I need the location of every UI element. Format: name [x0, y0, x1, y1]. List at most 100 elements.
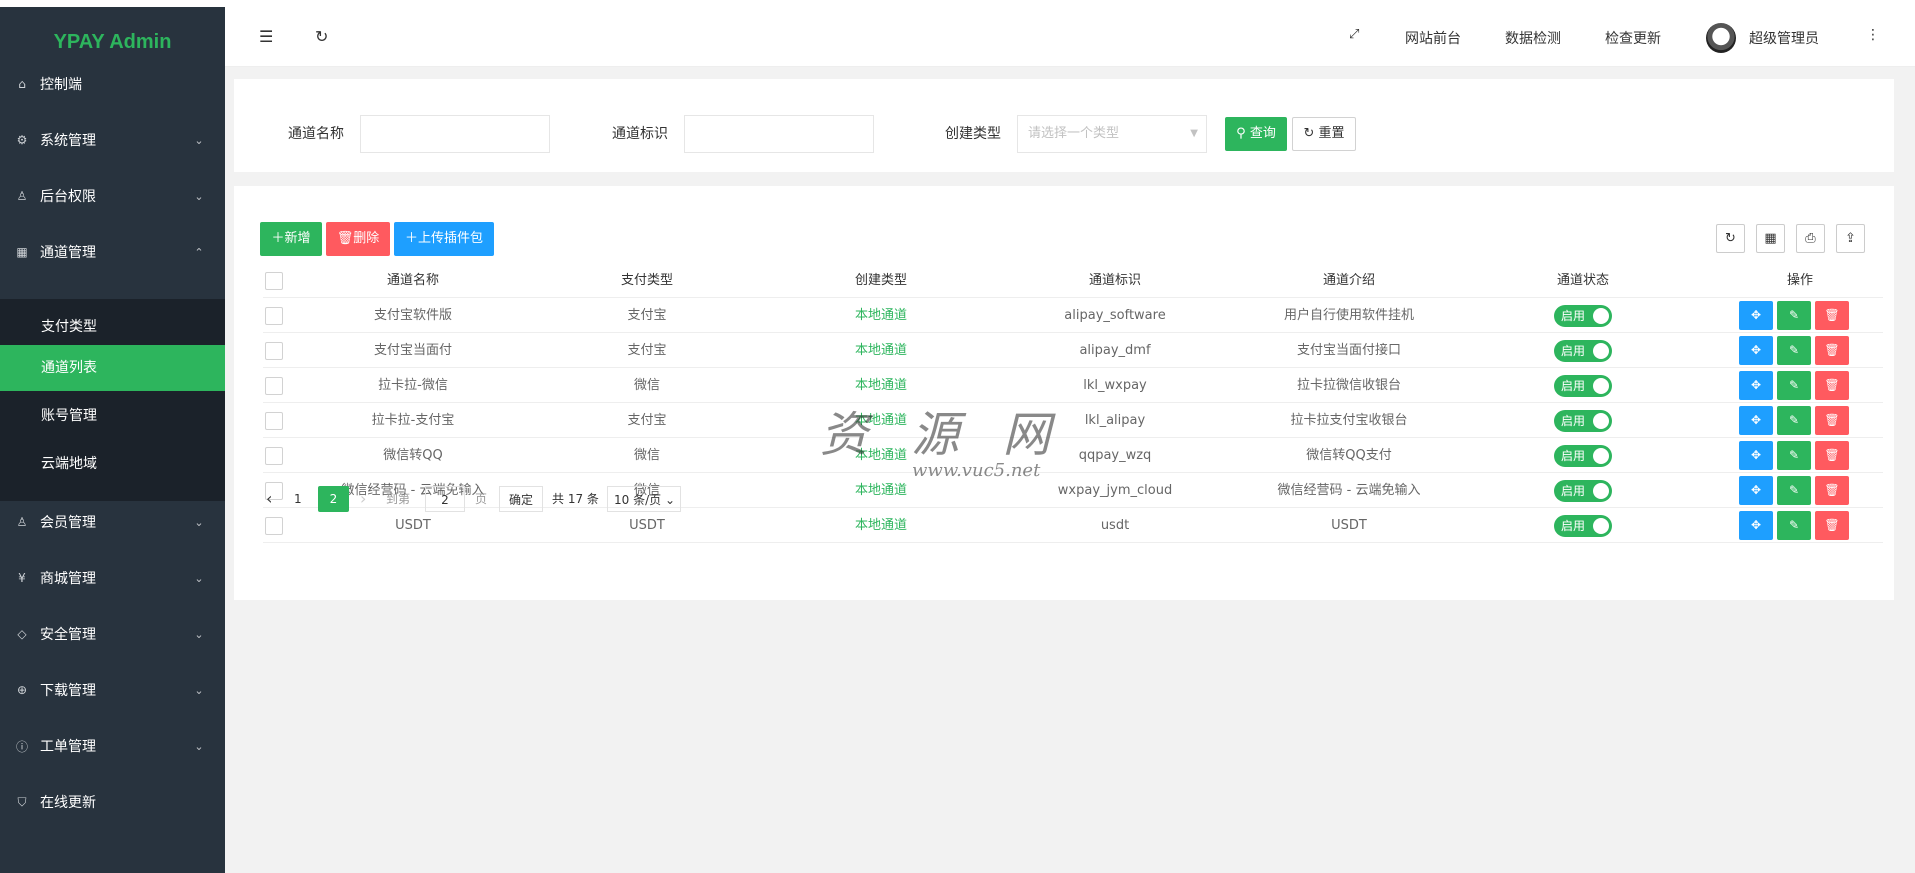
- edit-button[interactable]: ✎: [1777, 371, 1811, 400]
- goto-page-input[interactable]: 2: [425, 486, 465, 512]
- edit-button[interactable]: ✎: [1777, 476, 1811, 505]
- refresh-icon[interactable]: ↻: [315, 27, 328, 46]
- row-checkbox[interactable]: [265, 377, 283, 395]
- delete-row-button[interactable]: 🗑: [1815, 301, 1849, 330]
- prev-page-icon[interactable]: ‹: [266, 486, 272, 512]
- move-button[interactable]: ✥: [1739, 301, 1773, 330]
- create-type-label: 创建类型: [945, 126, 1001, 142]
- cell-intro: 拉卡拉微信收银台: [1296, 378, 1401, 393]
- page-1[interactable]: 1: [294, 486, 302, 512]
- goto-confirm-button[interactable]: 确定: [499, 486, 543, 512]
- next-page-icon[interactable]: ›: [360, 486, 366, 512]
- more-vertical-icon[interactable]: ⋮: [1866, 27, 1880, 43]
- status-toggle[interactable]: 启用: [1554, 340, 1612, 362]
- fullscreen-icon[interactable]: ⤢: [1349, 27, 1359, 42]
- delete-row-button[interactable]: 🗑: [1815, 336, 1849, 365]
- search-icon: ⚲: [1236, 126, 1246, 141]
- reset-button[interactable]: ↻ 重置: [1292, 117, 1356, 151]
- sidebar-item-shop[interactable]: ¥ 商城管理 ⌄: [0, 558, 225, 598]
- sidebar-sub-cloud-region[interactable]: 云端地域: [0, 441, 225, 487]
- create-type-select[interactable]: 请选择一个类型 ▼: [1017, 115, 1207, 153]
- row-checkbox[interactable]: [265, 342, 283, 360]
- print-icon[interactable]: ⎙: [1796, 224, 1825, 253]
- cell-intro: 用户自行使用软件挂机: [1283, 308, 1414, 323]
- goto-label: 到第: [386, 492, 411, 506]
- chevron-down-icon: ⌄: [194, 683, 204, 697]
- sidebar-item-channels[interactable]: ▦ 通道管理 ⌃: [0, 232, 225, 272]
- avatar[interactable]: [1706, 23, 1736, 53]
- delete-button[interactable]: 🗑删除: [326, 222, 390, 256]
- table-header: 通道名称 支付类型 创建类型 通道标识 通道介绍 通道状态 操作: [263, 263, 1883, 298]
- sidebar-sub-accounts[interactable]: 账号管理: [0, 393, 225, 439]
- chevron-down-icon: ⌄: [664, 493, 676, 507]
- user-name[interactable]: 超级管理员: [1749, 28, 1819, 48]
- download-icon: ⊕: [16, 683, 28, 697]
- delete-row-button[interactable]: 🗑: [1815, 371, 1849, 400]
- site-front-link[interactable]: 网站前台: [1405, 28, 1461, 48]
- upload-plugin-button[interactable]: ＋上传插件包: [394, 222, 494, 256]
- move-button[interactable]: ✥: [1739, 441, 1773, 470]
- cell-name: 微信转QQ: [383, 448, 443, 463]
- status-toggle[interactable]: 启用: [1554, 410, 1612, 432]
- row-checkbox[interactable]: [265, 412, 283, 430]
- channel-name-input[interactable]: [360, 115, 550, 153]
- columns-icon[interactable]: ▦: [1756, 224, 1785, 253]
- move-button[interactable]: ✥: [1739, 371, 1773, 400]
- move-button[interactable]: ✥: [1739, 406, 1773, 435]
- sidebar-item-downloads[interactable]: ⊕ 下载管理 ⌄: [0, 670, 225, 710]
- home-icon: ⌂: [18, 77, 26, 91]
- select-all-checkbox[interactable]: [265, 272, 283, 290]
- delete-row-button[interactable]: 🗑: [1815, 406, 1849, 435]
- delete-row-button[interactable]: 🗑: [1815, 476, 1849, 505]
- chevron-down-icon: ⌄: [194, 189, 204, 203]
- status-toggle-label: 启用: [1561, 309, 1586, 323]
- cell-pay-type: 支付宝: [627, 413, 667, 428]
- edit-button[interactable]: ✎: [1777, 301, 1811, 330]
- sidebar-item-dashboard[interactable]: ⌂ 控制端: [0, 64, 225, 104]
- sidebar-item-members[interactable]: ♙ 会员管理 ⌄: [0, 502, 225, 542]
- row-checkbox[interactable]: [265, 447, 283, 465]
- sidebar-sub-pay-type[interactable]: 支付类型: [0, 304, 225, 350]
- channel-id-input[interactable]: [684, 115, 874, 153]
- status-toggle[interactable]: 启用: [1554, 305, 1612, 327]
- cell-create-type: 本地通道: [854, 413, 907, 428]
- add-button[interactable]: ＋新增: [260, 222, 322, 256]
- status-toggle[interactable]: 启用: [1554, 445, 1612, 467]
- check-update-link[interactable]: 检查更新: [1605, 28, 1661, 48]
- sidebar-item-system[interactable]: ⚙ 系统管理 ⌄: [0, 120, 225, 160]
- menu-collapse-icon[interactable]: ☰: [259, 27, 273, 46]
- edit-button[interactable]: ✎: [1777, 336, 1811, 365]
- move-button[interactable]: ✥: [1739, 336, 1773, 365]
- table-row: 支付宝当面付 支付宝 本地通道 alipay_dmf 支付宝当面付接口 启用 ✥ ✎ 🗑: [263, 333, 1883, 368]
- delete-row-button[interactable]: 🗑: [1815, 441, 1849, 470]
- status-toggle[interactable]: 启用: [1554, 515, 1612, 537]
- col-status: 通道状态: [1556, 273, 1609, 288]
- row-checkbox[interactable]: [265, 517, 283, 535]
- table-refresh-icon[interactable]: ↻: [1716, 224, 1745, 253]
- toggle-knob: [1593, 308, 1609, 324]
- delete-row-button[interactable]: 🗑: [1815, 511, 1849, 540]
- status-toggle[interactable]: 启用: [1554, 375, 1612, 397]
- caret-down-icon: ▼: [1190, 128, 1198, 139]
- move-button[interactable]: ✥: [1739, 476, 1773, 505]
- sidebar-item-tickets[interactable]: ⓘ 工单管理 ⌄: [0, 726, 225, 766]
- status-toggle-label: 启用: [1561, 519, 1586, 533]
- chevron-down-icon: ⌄: [194, 515, 204, 529]
- page-2-current[interactable]: 2: [318, 486, 349, 512]
- sidebar-sub-channel-list[interactable]: 通道列表: [0, 345, 225, 391]
- page-size-select[interactable]: 10 条/页 ⌄: [607, 486, 681, 512]
- query-button[interactable]: ⚲ 查询: [1225, 117, 1287, 151]
- table-row: 支付宝软件版 支付宝 本地通道 alipay_software 用户自行使用软件挂机 启用…: [263, 298, 1883, 333]
- status-toggle[interactable]: 启用: [1554, 480, 1612, 502]
- sidebar-item-security[interactable]: ◇ 安全管理 ⌄: [0, 614, 225, 654]
- edit-button[interactable]: ✎: [1777, 406, 1811, 435]
- move-button[interactable]: ✥: [1739, 511, 1773, 540]
- sidebar-item-online-update[interactable]: ⛉ 在线更新: [0, 782, 225, 822]
- sidebar-item-permissions[interactable]: ♙ 后台权限 ⌄: [0, 176, 225, 216]
- row-checkbox[interactable]: [265, 307, 283, 325]
- info-icon: ⓘ: [15, 739, 28, 754]
- edit-button[interactable]: ✎: [1777, 441, 1811, 470]
- data-check-link[interactable]: 数据检测: [1505, 28, 1561, 48]
- export-icon[interactable]: ⇪: [1836, 224, 1865, 253]
- edit-button[interactable]: ✎: [1777, 511, 1811, 540]
